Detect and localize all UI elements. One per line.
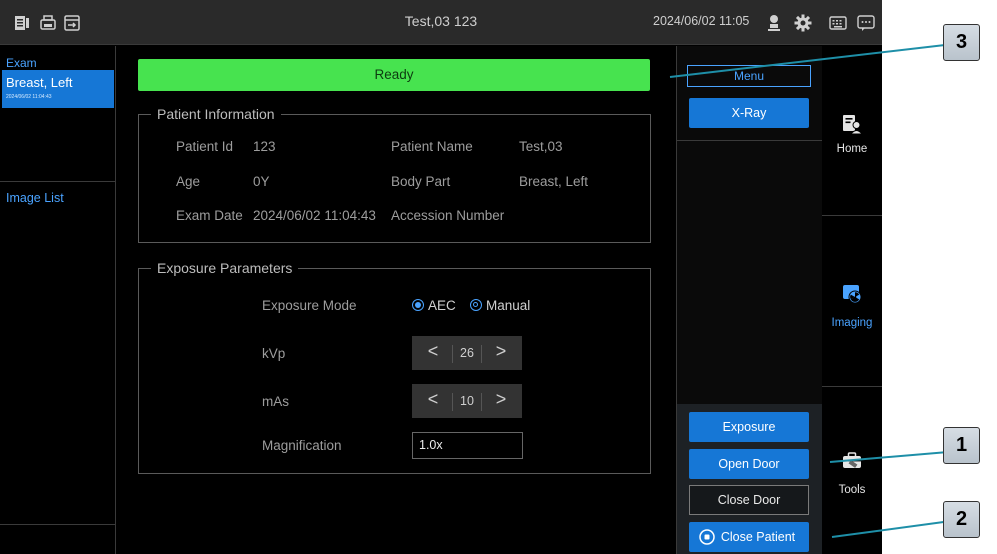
patient-id-label: Patient Id — [176, 139, 234, 154]
mas-stepper: < 10 > — [412, 384, 522, 418]
divider — [0, 524, 116, 525]
nav-home[interactable]: Home — [822, 46, 882, 216]
exam-item-name: Breast, Left — [6, 75, 73, 90]
exam-list-item[interactable]: Breast, Left 2024/06/02 11:04:43 — [2, 70, 114, 108]
patient-title: Test,03 123 — [404, 13, 478, 29]
exposure-controls: Exposure Open Door Close Door Close Pati… — [677, 404, 823, 554]
exposure-mode-label: Exposure Mode — [262, 298, 357, 313]
menu-button[interactable]: Menu — [687, 65, 811, 87]
nav-tools[interactable]: Tools — [822, 388, 882, 554]
exposure-parameters-legend: Exposure Parameters — [157, 260, 293, 276]
patient-information-legend: Patient Information — [157, 106, 275, 122]
callout-2: 2 — [943, 501, 980, 538]
exam-panel: Exam Breast, Left 2024/06/02 11:04:43 Im… — [0, 46, 116, 554]
body-part-label: Body Part — [391, 174, 451, 189]
image-list-heading: Image List — [6, 191, 64, 205]
tools-briefcase-icon — [843, 452, 861, 468]
age-label: Age — [176, 174, 201, 189]
mas-decrease-button[interactable]: < — [418, 389, 448, 410]
kvp-increase-button[interactable]: > — [486, 341, 516, 362]
mas-value[interactable]: 10 — [452, 393, 482, 411]
radio-manual[interactable] — [470, 299, 482, 311]
kvp-label: kVp — [262, 346, 286, 361]
exam-heading: Exam — [6, 56, 37, 70]
exam-date-value: 2024/06/02 11:04:43 — [253, 208, 376, 223]
action-panel: Menu X-Ray Exposure Open Door Close Door… — [676, 46, 823, 554]
app-screen: Test,03 123 2024/06/02 11:05 Exam Breast… — [0, 0, 882, 554]
magnification-label: Magnification — [262, 438, 342, 453]
xray-button[interactable]: X-Ray — [689, 98, 809, 128]
kvp-stepper: < 26 > — [412, 336, 522, 370]
kvp-decrease-button[interactable]: < — [418, 341, 448, 362]
status-bar: Ready — [138, 59, 650, 91]
close-patient-button[interactable]: Close Patient — [689, 522, 809, 552]
radio-aec[interactable] — [412, 299, 424, 311]
callout-3: 3 — [943, 24, 980, 61]
exposure-button[interactable]: Exposure — [689, 412, 809, 442]
nav-home-label: Home — [836, 143, 868, 155]
gear-icon[interactable] — [793, 13, 813, 33]
patient-name-label: Patient Name — [391, 139, 473, 154]
keyboard-icon[interactable] — [828, 13, 848, 33]
exam-item-date: 2024/06/02 11:04:43 — [6, 94, 52, 100]
home-patient-icon — [843, 115, 863, 135]
mas-increase-button[interactable]: > — [486, 389, 516, 410]
divider — [677, 140, 823, 141]
user-icon[interactable] — [764, 13, 784, 33]
radio-manual-label: Manual — [486, 298, 531, 313]
patient-name-value: Test,03 — [519, 139, 563, 154]
callout-1: 1 — [943, 427, 980, 464]
date-time: 2024/06/02 11:05 — [653, 14, 750, 28]
top-bar: Test,03 123 2024/06/02 11:05 — [0, 0, 882, 45]
exam-date-label: Exam Date — [176, 208, 243, 223]
magnification-field[interactable]: 1.0x — [412, 432, 523, 459]
mas-label: mAs — [262, 394, 289, 409]
age-value: 0Y — [253, 174, 270, 189]
patient-id-value: 123 — [253, 139, 276, 154]
kvp-value[interactable]: 26 — [452, 345, 482, 363]
accession-number-label: Accession Number — [391, 208, 505, 223]
divider — [0, 181, 116, 182]
main-nav: Home Imaging Tools — [822, 46, 882, 554]
radio-aec-label: AEC — [428, 298, 456, 313]
chat-icon[interactable] — [856, 13, 876, 33]
close-patient-label: Close Patient — [720, 530, 796, 544]
imaging-radiation-icon — [843, 285, 862, 304]
exposure-parameters-group: Exposure Parameters — [138, 260, 651, 474]
nav-tools-label: Tools — [838, 484, 866, 496]
body-part-value: Breast, Left — [519, 174, 589, 189]
close-door-button[interactable]: Close Door — [689, 485, 809, 515]
open-door-button[interactable]: Open Door — [689, 449, 809, 479]
nav-imaging-label: Imaging — [831, 317, 873, 329]
nav-imaging[interactable]: Imaging — [822, 217, 882, 387]
stop-circle-icon — [699, 529, 715, 545]
